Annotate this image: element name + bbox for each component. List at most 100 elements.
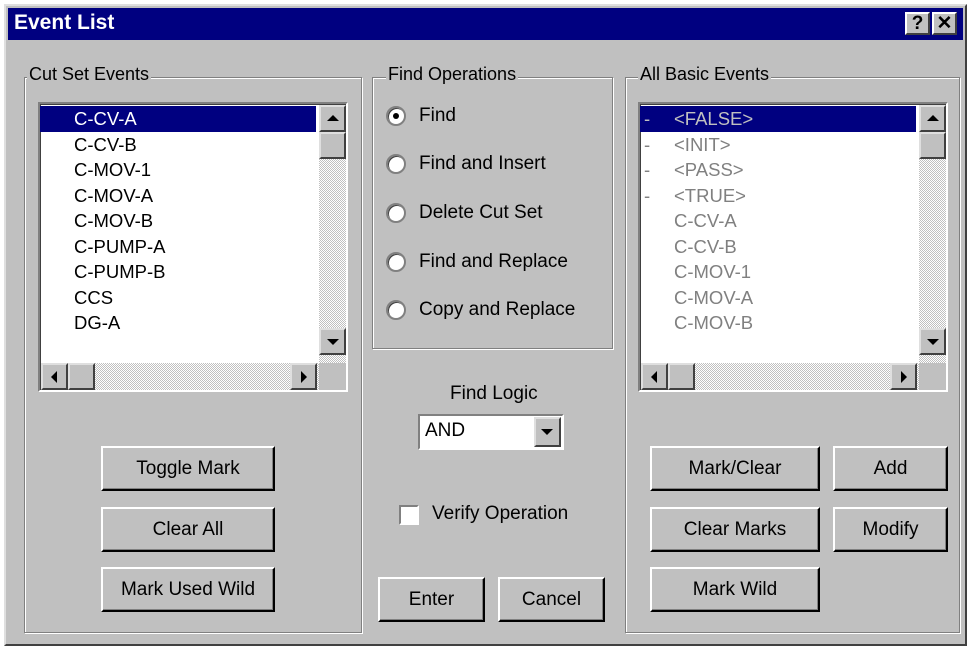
scroll-down-button[interactable] bbox=[919, 328, 946, 355]
list-item-prefix: - bbox=[644, 108, 651, 129]
list-item[interactable]: C-MOV-B bbox=[40, 208, 316, 234]
clear-marks-label: Clear Marks bbox=[683, 519, 787, 540]
list-item-label: C-CV-B bbox=[674, 235, 737, 257]
list-item[interactable]: DG-A bbox=[40, 310, 316, 336]
list-item[interactable]: C-CV-B bbox=[40, 132, 316, 158]
list-item-prefix: - bbox=[644, 159, 651, 180]
scroll-corner bbox=[919, 363, 946, 390]
add-button[interactable]: Add bbox=[833, 446, 948, 491]
scroll-left-button[interactable] bbox=[41, 363, 68, 390]
triangle-up-icon bbox=[327, 115, 339, 121]
list-item-label: CCS bbox=[74, 286, 114, 308]
radio-icon[interactable] bbox=[386, 252, 406, 272]
find-logic-value: AND bbox=[425, 420, 466, 441]
list-item[interactable]: C-CV-B bbox=[640, 234, 916, 260]
list-item[interactable]: C-MOV-1 bbox=[40, 157, 316, 183]
scroll-left-button[interactable] bbox=[641, 363, 668, 390]
radio-dot-icon bbox=[393, 113, 399, 119]
find-logic-label: Find Logic bbox=[450, 383, 538, 404]
cut-set-vscroll[interactable] bbox=[319, 105, 346, 365]
modify-label: Modify bbox=[862, 519, 919, 540]
triangle-down-icon bbox=[327, 339, 339, 345]
find-logic-combo[interactable]: AND bbox=[418, 414, 564, 450]
list-item[interactable]: C-CV-A bbox=[640, 208, 916, 234]
all-basic-vscroll[interactable] bbox=[919, 105, 946, 365]
scroll-thumb[interactable] bbox=[319, 132, 346, 159]
radio-option[interactable]: Find and Replace bbox=[386, 250, 616, 276]
list-item-label: C-CV-A bbox=[674, 210, 737, 231]
radio-icon[interactable] bbox=[386, 154, 406, 174]
title-bar: Event List ? ✕ bbox=[8, 8, 963, 40]
list-item[interactable]: - <PASS> bbox=[640, 157, 916, 183]
list-item-prefix: - bbox=[644, 184, 651, 206]
scroll-down-button[interactable] bbox=[319, 328, 346, 355]
clear-marks-button[interactable]: Clear Marks bbox=[650, 507, 820, 552]
enter-button[interactable]: Enter bbox=[378, 577, 485, 622]
list-item-prefix: - bbox=[644, 133, 651, 155]
window-title: Event List bbox=[14, 11, 115, 34]
mark-used-wild-label: Mark Used Wild bbox=[120, 579, 256, 600]
scroll-up-button[interactable] bbox=[919, 105, 946, 132]
verify-operation-checkbox[interactable] bbox=[399, 505, 419, 525]
cancel-button[interactable]: Cancel bbox=[498, 577, 605, 622]
verify-operation-label: Verify Operation bbox=[432, 503, 569, 524]
list-item-label: C-MOV-A bbox=[674, 286, 754, 308]
toggle-mark-button[interactable]: Toggle Mark bbox=[101, 446, 275, 491]
cut-set-hscroll[interactable] bbox=[41, 363, 319, 390]
dropdown-button[interactable] bbox=[534, 417, 561, 447]
radio-option[interactable]: Copy and Replace bbox=[386, 298, 616, 324]
list-item[interactable]: CCS bbox=[40, 285, 316, 311]
all-basic-listbox[interactable]: - <FALSE> - <INIT> - <PASS> - <TRUE> C-CV-A C-CV-… bbox=[638, 102, 948, 392]
list-item[interactable]: C-PUMP-B bbox=[40, 259, 316, 285]
list-item-label: <FALSE> bbox=[674, 108, 754, 129]
find-operations-label: Find Operations bbox=[386, 64, 519, 84]
close-button[interactable]: ✕ bbox=[932, 12, 957, 35]
radio-option[interactable]: Delete Cut Set bbox=[386, 201, 616, 227]
chevron-down-icon bbox=[541, 429, 553, 435]
radio-icon[interactable] bbox=[386, 203, 406, 223]
list-item[interactable]: C-PUMP-A bbox=[40, 234, 316, 260]
scroll-up-button[interactable] bbox=[319, 105, 346, 132]
scroll-corner bbox=[319, 363, 346, 390]
scroll-right-button[interactable] bbox=[890, 363, 917, 390]
radio-icon[interactable] bbox=[386, 106, 406, 126]
list-item[interactable]: - <INIT> bbox=[640, 132, 916, 158]
scroll-right-button[interactable] bbox=[290, 363, 317, 390]
cut-set-listbox[interactable]: C-CV-A C-CV-B C-MOV-1 C-MOV-A C-MOV-B C-PUMP-… bbox=[38, 102, 348, 392]
list-item[interactable]: C-MOV-1 bbox=[640, 259, 916, 285]
mark-used-wild-button[interactable]: Mark Used Wild bbox=[101, 567, 275, 612]
mark-wild-button[interactable]: Mark Wild bbox=[650, 567, 820, 612]
list-item-label: C-MOV-B bbox=[74, 210, 154, 231]
cancel-label: Cancel bbox=[521, 589, 582, 610]
list-item-label: C-PUMP-A bbox=[74, 235, 166, 257]
scroll-thumb[interactable] bbox=[919, 132, 946, 159]
list-item-label: C-CV-A bbox=[74, 108, 137, 129]
list-item[interactable]: - <TRUE> bbox=[640, 183, 916, 209]
list-item-label: C-MOV-A bbox=[74, 184, 154, 206]
modify-button[interactable]: Modify bbox=[833, 507, 948, 552]
list-item[interactable]: C-MOV-A bbox=[40, 183, 316, 209]
radio-label: Delete Cut Set bbox=[419, 202, 543, 223]
scroll-thumb[interactable] bbox=[668, 363, 695, 390]
list-item-label: <TRUE> bbox=[674, 184, 746, 206]
radio-option[interactable]: Find bbox=[386, 104, 616, 130]
clear-all-button[interactable]: Clear All bbox=[101, 507, 275, 552]
scroll-thumb[interactable] bbox=[68, 363, 95, 390]
list-item[interactable]: - <FALSE> bbox=[640, 106, 916, 132]
triangle-right-icon bbox=[301, 371, 307, 383]
all-basic-hscroll[interactable] bbox=[641, 363, 919, 390]
list-item[interactable]: C-MOV-B bbox=[640, 310, 916, 336]
cut-set-events-label: Cut Set Events bbox=[27, 64, 152, 84]
mark-clear-button[interactable]: Mark/Clear bbox=[650, 446, 820, 491]
radio-option[interactable]: Find and Insert bbox=[386, 152, 616, 178]
list-item-label: C-CV-B bbox=[74, 133, 137, 155]
help-button[interactable]: ? bbox=[905, 12, 930, 35]
radio-icon[interactable] bbox=[386, 300, 406, 320]
list-item[interactable]: C-CV-A bbox=[40, 106, 316, 132]
enter-label: Enter bbox=[408, 589, 455, 610]
triangle-right-icon bbox=[901, 371, 907, 383]
list-item[interactable]: C-MOV-A bbox=[640, 285, 916, 311]
clear-all-label: Clear All bbox=[152, 519, 224, 540]
mark-wild-label: Mark Wild bbox=[692, 579, 778, 600]
toggle-mark-label: Toggle Mark bbox=[136, 458, 240, 479]
